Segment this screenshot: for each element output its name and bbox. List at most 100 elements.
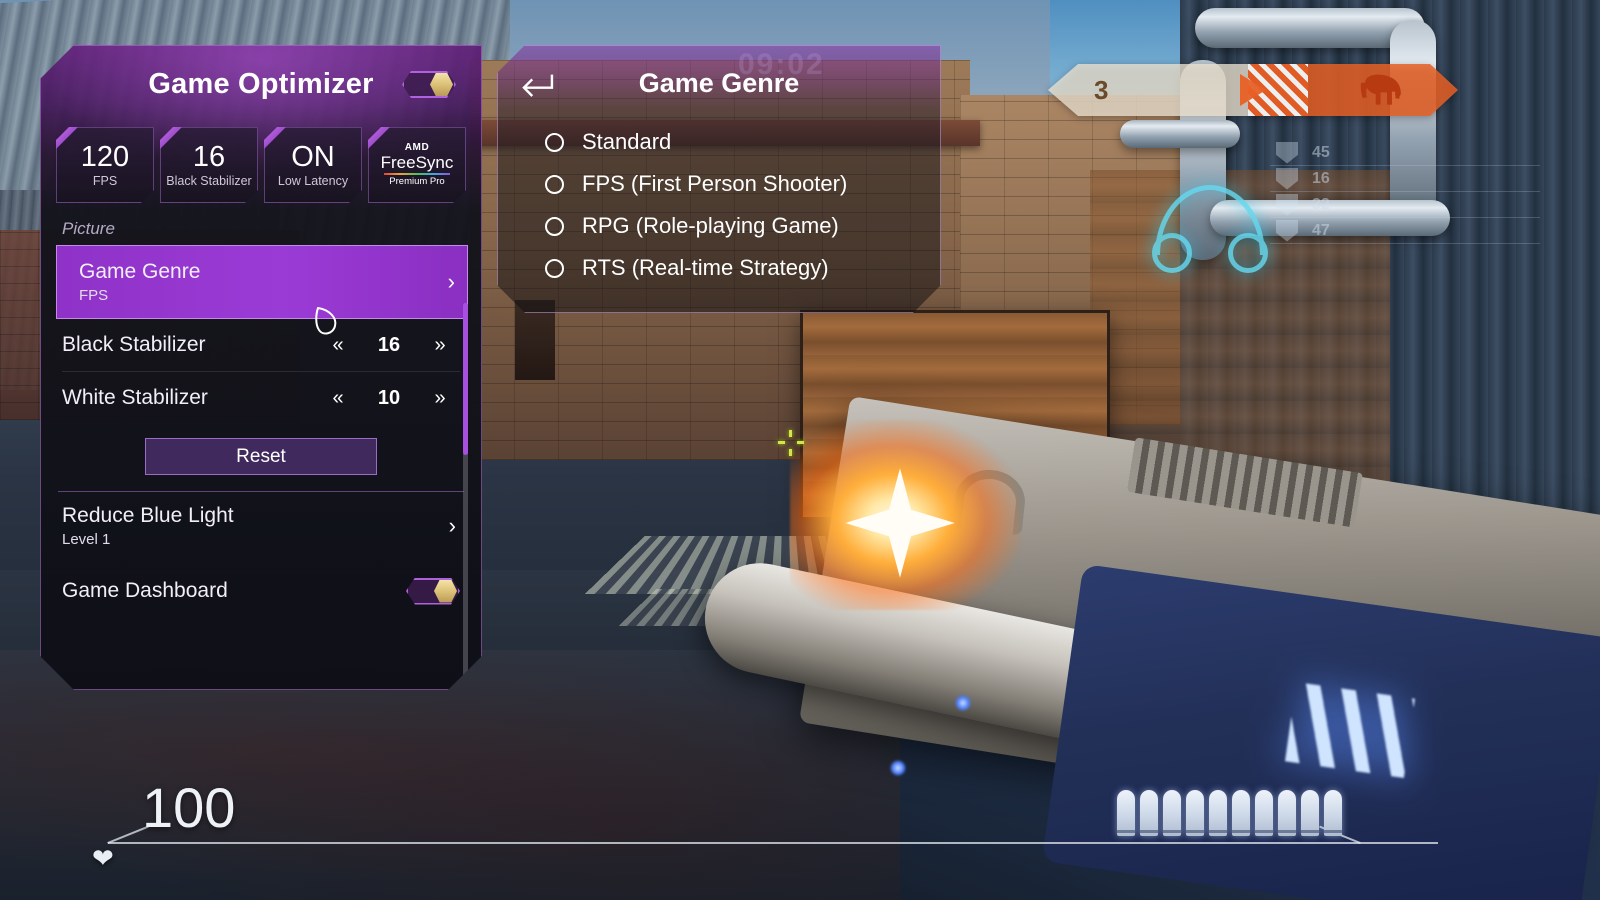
black-stabilizer-stepper: « 16 »	[318, 334, 460, 357]
ammo-counter	[1117, 790, 1342, 836]
status-card-low-latency: ON Low Latency	[264, 127, 362, 203]
chevron-right-icon: ›	[447, 269, 455, 294]
team-marker-icon	[1276, 167, 1298, 190]
menu-item-text: White Stabilizer	[62, 386, 318, 410]
team-marker-icon	[1276, 219, 1298, 242]
bullet-icon	[1301, 790, 1319, 836]
game-genre-panel: Game Genre Standard FPS (First Person Sh…	[497, 45, 941, 313]
status-card-label: Black Stabilizer	[166, 173, 252, 188]
score-row: 47	[1270, 218, 1540, 244]
status-card-label: FPS	[92, 173, 118, 188]
back-arrow-icon	[518, 69, 556, 97]
weapon-led-1	[955, 695, 971, 711]
decrement-button[interactable]: «	[318, 334, 358, 357]
status-card-label: Low Latency	[277, 173, 349, 188]
genre-option-rts[interactable]: RTS (Real-time Strategy)	[497, 247, 941, 289]
team-marker-icon	[1276, 141, 1298, 164]
reset-row: Reset	[40, 424, 482, 491]
elephant-icon	[1357, 73, 1409, 107]
menu-item-text: Black Stabilizer	[62, 333, 318, 357]
heart-icon: ❤	[92, 843, 114, 873]
score-row: 45	[1270, 140, 1540, 166]
genre-option-label: RPG (Role-playing Game)	[582, 213, 839, 238]
bullet-icon	[1117, 790, 1135, 836]
white-stabilizer-stepper: « 10 »	[318, 387, 460, 410]
freesync-wordmark: FreeSync	[380, 152, 454, 172]
menu-item-black-stabilizer[interactable]: Black Stabilizer « 16 »	[40, 319, 482, 371]
radio-icon[interactable]	[545, 217, 564, 236]
freesync-tier: Premium Pro	[389, 175, 445, 187]
genre-option-label: RTS (Real-time Strategy)	[582, 255, 829, 280]
status-card-value: 120	[80, 141, 130, 174]
status-cards: 120 FPS 16 Black Stabilizer ON Low Laten…	[40, 127, 482, 203]
hud-baseline	[108, 842, 1438, 844]
health-value: 100	[142, 776, 236, 839]
stepper-value: 16	[377, 333, 401, 356]
genre-option-standard[interactable]: Standard	[497, 121, 941, 163]
menu-item-text: Reduce Blue Light Level 1	[62, 504, 449, 547]
score-value: 32	[1312, 195, 1330, 213]
menu-item-title: Game Genre	[79, 260, 201, 284]
menu-item-game-genre[interactable]: Game Genre FPS ›	[56, 245, 468, 319]
menu-item-title: Black Stabilizer	[62, 332, 206, 356]
genre-option-list: Standard FPS (First Person Shooter) RPG …	[497, 121, 941, 305]
settings-scrollbar[interactable]	[463, 303, 468, 690]
banner-arrow-marker	[1240, 74, 1266, 106]
bullet-icon	[1255, 790, 1273, 836]
genre-option-label: FPS (First Person Shooter)	[582, 171, 848, 196]
bullet-icon	[1140, 790, 1158, 836]
status-card-value: ON	[291, 141, 335, 174]
bullet-icon	[1163, 790, 1181, 836]
status-card-fps: 120 FPS	[56, 127, 154, 203]
page-title: Game Optimizer	[148, 67, 374, 100]
bullet-icon	[1324, 790, 1342, 836]
decrement-button[interactable]: «	[318, 387, 358, 410]
menu-item-game-dashboard[interactable]: Game Dashboard	[40, 560, 482, 622]
radio-icon[interactable]	[545, 133, 564, 152]
bullet-icon	[1186, 790, 1204, 836]
score-value: 47	[1312, 221, 1330, 239]
menu-item-white-stabilizer[interactable]: White Stabilizer « 10 »	[40, 372, 482, 424]
increment-button[interactable]: »	[420, 334, 460, 357]
menu-item-title: White Stabilizer	[62, 385, 208, 409]
settings-list: Game Genre FPS › Black Stabilizer « 16 »…	[40, 245, 482, 622]
menu-item-reduce-blue-light[interactable]: Reduce Blue Light Level 1 ›	[40, 492, 482, 560]
radio-icon[interactable]	[545, 175, 564, 194]
genre-option-rpg[interactable]: RPG (Role-playing Game)	[497, 205, 941, 247]
master-toggle[interactable]	[402, 71, 456, 98]
reset-button[interactable]: Reset	[145, 438, 377, 475]
stepper-value: 10	[377, 386, 401, 409]
banner-icon-area	[1308, 64, 1458, 116]
player-hud: ❤ 100	[80, 776, 1460, 880]
menu-item-text: Game Dashboard	[62, 579, 406, 603]
optimizer-header: Game Optimizer	[40, 45, 482, 123]
freesync-rainbow-bar	[384, 173, 450, 175]
weapon-energy-indicator	[1285, 682, 1415, 778]
scrollbar-thumb[interactable]	[463, 303, 468, 455]
genre-header: Game Genre	[497, 45, 941, 121]
freesync-logo: AMD FreeSync Premium Pro	[381, 143, 454, 187]
scoreboard: 45 16 32 47	[1270, 140, 1540, 244]
score-row: 32	[1270, 192, 1540, 218]
score-value: 45	[1312, 143, 1330, 161]
back-button[interactable]	[515, 65, 559, 101]
weapon-led-2	[890, 760, 906, 776]
game-optimizer-panel: Game Optimizer 120 FPS 16 Black Stabiliz…	[40, 45, 482, 690]
genre-option-fps[interactable]: FPS (First Person Shooter)	[497, 163, 941, 205]
menu-item-text: Game Genre FPS	[65, 260, 448, 303]
game-dashboard-toggle[interactable]	[406, 578, 460, 605]
status-card-value: 16	[192, 141, 226, 174]
bullet-icon	[1232, 790, 1250, 836]
genre-option-label: Standard	[582, 129, 672, 154]
genre-panel-title: Game Genre	[638, 67, 800, 98]
bullet-icon	[1278, 790, 1296, 836]
status-card-freesync: AMD FreeSync Premium Pro	[368, 127, 466, 203]
increment-button[interactable]: »	[420, 387, 460, 410]
radio-icon[interactable]	[545, 259, 564, 278]
score-row: 16	[1270, 166, 1540, 192]
menu-item-title: Game Dashboard	[62, 578, 228, 602]
menu-item-value: FPS	[79, 286, 109, 304]
bullet-icon	[1209, 790, 1227, 836]
status-card-black-stabilizer: 16 Black Stabilizer	[160, 127, 258, 203]
chevron-right-icon: ›	[448, 513, 456, 538]
